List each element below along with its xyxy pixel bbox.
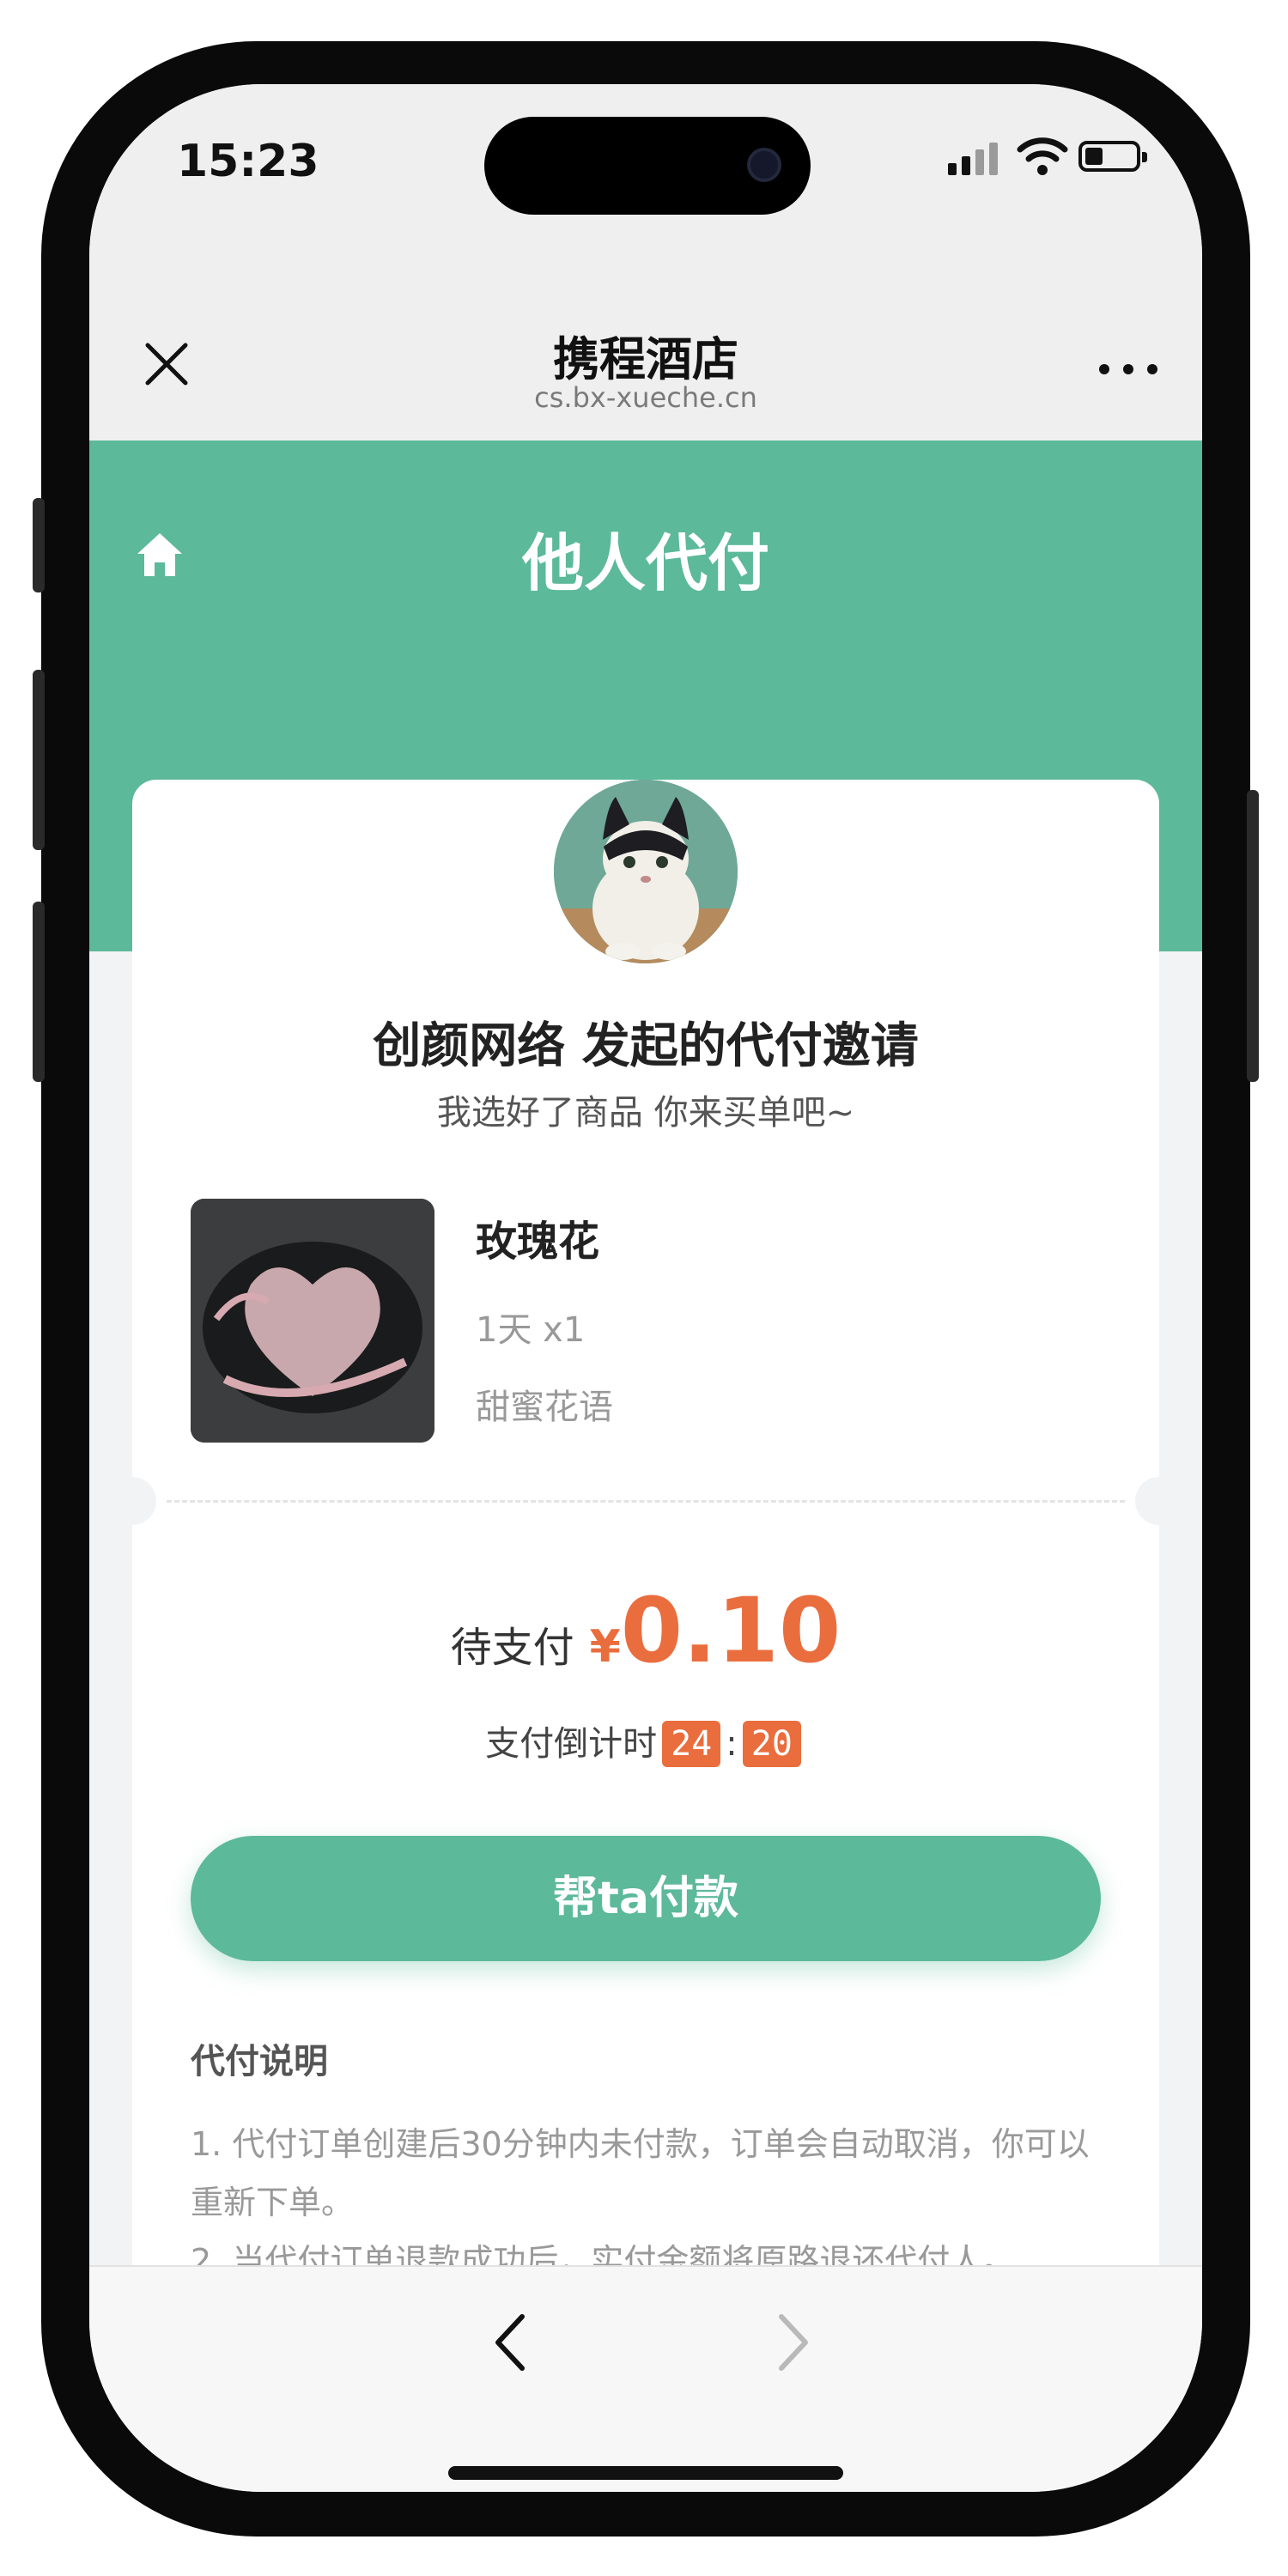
more-icon[interactable] bbox=[1096, 359, 1164, 376]
signal-icon bbox=[948, 141, 999, 175]
webview-navbar: 携程酒店 cs.bx-xueche.cn bbox=[89, 264, 1202, 440]
status-bar: 15:23 bbox=[89, 84, 1202, 264]
product-quantity: 1天 x1 bbox=[476, 1310, 586, 1350]
volume-up-button bbox=[33, 670, 45, 850]
currency-symbol: ¥ bbox=[589, 1621, 621, 1673]
countdown-label: 支付倒计时 bbox=[485, 1724, 658, 1764]
volume-down-button bbox=[33, 902, 45, 1082]
browser-toolbar bbox=[89, 2265, 1202, 2492]
amount-due-label: 待支付 bbox=[450, 1624, 574, 1672]
invite-title: 创颜网络 发起的代付邀请 bbox=[373, 1018, 919, 1074]
amount-due: 待支付 ¥0.10 bbox=[89, 1578, 1202, 1683]
chevron-left-icon[interactable] bbox=[484, 2308, 536, 2377]
avatar bbox=[554, 780, 738, 963]
invite-subtitle: 我选好了商品 你来买单吧~ bbox=[436, 1093, 855, 1133]
pay-for-them-button[interactable]: 帮ta付款 bbox=[191, 1836, 1101, 1961]
product-image bbox=[191, 1199, 434, 1443]
chevron-right-icon[interactable] bbox=[768, 2308, 819, 2377]
amount-value: 0.10 bbox=[620, 1578, 841, 1683]
notes-item: 1. 代付订单创建后30分钟内未付款，订单会自动取消，你可以重新下单。 bbox=[191, 2125, 1090, 2221]
camera-icon bbox=[747, 148, 781, 182]
status-time: 15:23 bbox=[177, 136, 319, 187]
product-description: 甜蜜花语 bbox=[476, 1388, 613, 1427]
countdown-minutes: 24 bbox=[662, 1721, 721, 1767]
ticket-divider bbox=[167, 1500, 1125, 1503]
notes-list: 1. 代付订单创建后30分钟内未付款，订单会自动取消，你可以重新下单。 2. 当… bbox=[191, 2115, 1118, 2290]
product-name: 玫瑰花 bbox=[476, 1218, 600, 1266]
page-title: 他人代付 bbox=[521, 527, 769, 599]
dynamic-island bbox=[484, 117, 811, 215]
home-indicator bbox=[448, 2466, 843, 2480]
countdown-separator: : bbox=[726, 1724, 738, 1764]
notes-title: 代付说明 bbox=[191, 2042, 328, 2081]
countdown-seconds: 20 bbox=[742, 1721, 801, 1767]
ticket-notch-left bbox=[108, 1477, 156, 1525]
power-button bbox=[1247, 790, 1259, 1082]
nav-title: 携程酒店 bbox=[553, 332, 738, 386]
nav-url: cs.bx-xueche.cn bbox=[534, 381, 757, 414]
mute-switch bbox=[33, 498, 45, 592]
ticket-notch-right bbox=[1135, 1477, 1183, 1525]
screen: 15:23 携程酒店 cs.bx-xueche.cn 他人代付 创颜网络 发起的… bbox=[89, 84, 1202, 2492]
battery-icon bbox=[1078, 141, 1147, 172]
countdown: 支付倒计时 24:20 bbox=[89, 1716, 1202, 1767]
wifi-icon bbox=[1017, 137, 1068, 175]
